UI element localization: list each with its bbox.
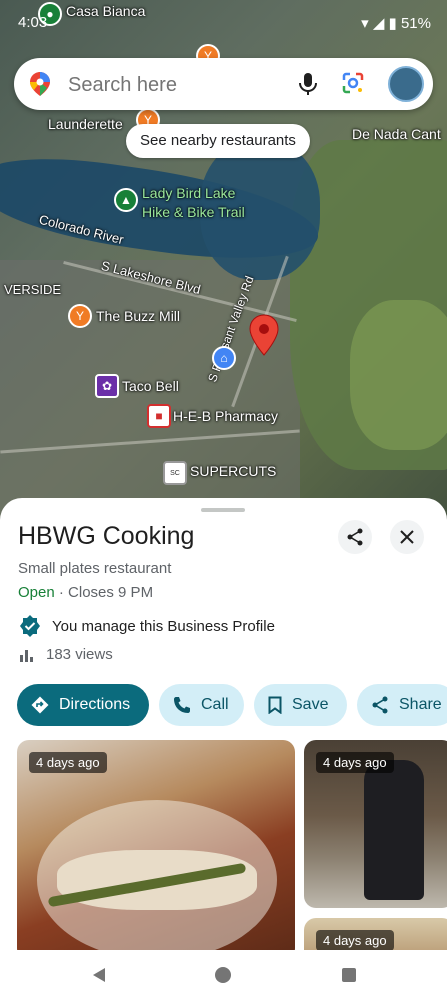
action-buttons-row: Directions Call Save Share <box>17 684 447 726</box>
sheet-drag-handle[interactable] <box>201 508 245 512</box>
place-hours[interactable]: Open · Closes 9 PM <box>18 584 153 601</box>
map-label-buzz-mill[interactable]: The Buzz Mill <box>96 308 180 324</box>
directions-icon <box>31 696 49 714</box>
map-label-hike-bike-trail[interactable]: Hike & Bike Trail <box>142 204 245 220</box>
phone-icon <box>174 697 190 713</box>
business-profile-text: You manage this Business Profile <box>52 617 275 635</box>
closing-time: · Closes 9 PM <box>54 584 154 601</box>
home-marker-icon[interactable]: ⌂ <box>212 346 236 370</box>
search-input[interactable] <box>66 68 290 102</box>
share-icon <box>347 528 363 546</box>
battery-percent: 51% <box>400 15 431 32</box>
photo-age-badge: 4 days ago <box>316 930 394 950</box>
status-icons: ▾ ◢ ▮ 51% <box>361 14 431 32</box>
wifi-icon: ▾ <box>361 15 369 32</box>
map-label-riverside: VERSIDE <box>4 282 62 297</box>
photo-age-badge: 4 days ago <box>29 752 107 773</box>
map-label-supercuts[interactable]: SUPERCUTS <box>190 463 276 479</box>
photo-food[interactable]: 4 days ago <box>17 740 295 950</box>
save-button[interactable]: Save <box>254 684 347 726</box>
cafe-marker-icon[interactable]: Y <box>68 304 92 328</box>
views-row: 183 views <box>18 646 113 663</box>
share-icon <box>372 696 388 714</box>
directions-label: Directions <box>59 696 131 713</box>
heb-logo-icon[interactable]: ■ <box>147 404 171 428</box>
map-label-launderette[interactable]: Launderette <box>48 116 123 132</box>
share-label: Share <box>399 696 442 713</box>
business-profile-row[interactable]: You manage this Business Profile <box>18 614 275 638</box>
close-sheet-button[interactable] <box>390 520 424 554</box>
google-maps-logo-icon <box>30 72 50 96</box>
taco-bell-logo-icon[interactable]: ✿ <box>95 374 119 398</box>
supercuts-logo-icon[interactable]: SC <box>163 461 187 485</box>
open-status: Open <box>18 584 55 601</box>
battery-icon: ▮ <box>388 15 397 32</box>
bar-chart-icon <box>20 649 33 662</box>
verified-badge-icon <box>20 615 40 637</box>
home-icon[interactable] <box>214 966 232 984</box>
map-label-taco-bell[interactable]: Taco Bell <box>122 378 179 394</box>
account-avatar[interactable] <box>388 66 424 102</box>
save-label: Save <box>292 696 329 713</box>
photo-age-badge: 4 days ago <box>316 752 394 773</box>
photo-person[interactable]: 4 days ago <box>304 740 447 908</box>
place-title: HBWG Cooking <box>18 522 195 550</box>
place-details-sheet: HBWG Cooking Small plates restaurant Ope… <box>0 498 447 950</box>
bookmark-icon <box>268 696 282 714</box>
park-marker-icon[interactable]: ▲ <box>114 188 138 212</box>
recents-icon[interactable] <box>340 966 358 984</box>
status-bar: 4:03 ▾ ◢ ▮ 51% <box>0 14 447 44</box>
signal-icon: ◢ <box>372 15 385 32</box>
status-time: 4:03 <box>18 14 48 31</box>
call-button[interactable]: Call <box>159 684 244 726</box>
google-lens-icon[interactable] <box>341 71 365 95</box>
map-golf-course <box>350 300 447 450</box>
map-label-heb-pharmacy[interactable]: H-E-B Pharmacy <box>173 408 278 424</box>
photo-dish[interactable]: 4 days ago <box>304 918 447 950</box>
close-icon <box>400 530 414 544</box>
back-icon[interactable] <box>90 966 108 984</box>
map-label-de-nada[interactable]: De Nada Cant <box>352 126 441 142</box>
photo-figure <box>364 760 424 900</box>
map-label-lady-bird-lake[interactable]: Lady Bird Lake <box>142 185 235 201</box>
selected-place-pin-icon[interactable] <box>249 314 279 356</box>
search-bar[interactable] <box>14 58 433 110</box>
share-place-button[interactable] <box>338 520 372 554</box>
call-label: Call <box>201 696 229 713</box>
microphone-icon[interactable] <box>297 72 319 96</box>
share-button[interactable]: Share <box>357 684 447 726</box>
directions-button[interactable]: Directions <box>17 684 149 726</box>
views-count: 183 views <box>46 646 113 663</box>
place-category: Small plates restaurant <box>18 560 172 577</box>
nearby-restaurants-chip[interactable]: See nearby restaurants <box>126 124 310 158</box>
system-navigation-bar <box>0 950 447 1000</box>
